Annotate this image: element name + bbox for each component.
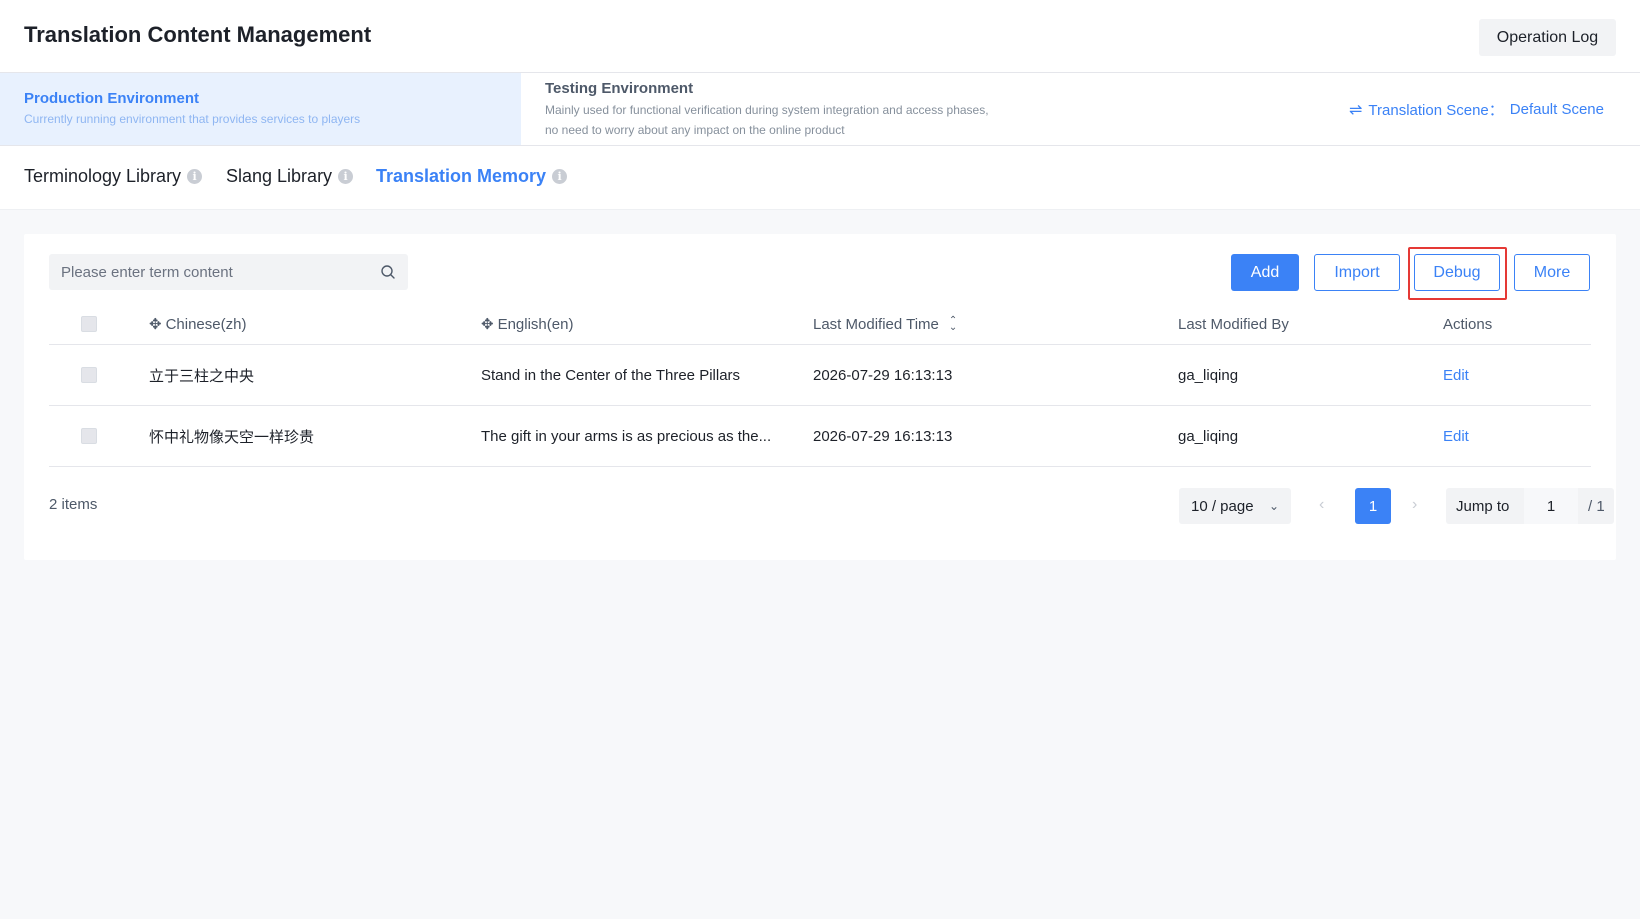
table-row: 怀中礼物像天空一样珍贵 The gift in your arms is as … (49, 406, 1591, 467)
cell-chinese: 怀中礼物像天空一样珍贵 (149, 428, 315, 446)
select-all-checkbox-cell (81, 304, 97, 344)
total-pages: / 1 (1588, 497, 1605, 515)
cell-time: 2026-07-29 16:13:13 (813, 366, 953, 384)
next-page-icon[interactable]: › (1412, 496, 1417, 514)
edit-link[interactable]: Edit (1443, 345, 1469, 405)
drag-handle-icon[interactable]: ✥ (149, 315, 162, 333)
library-tabs: Terminology Library i Slang Library i Tr… (0, 146, 1640, 210)
more-button[interactable]: More (1514, 254, 1590, 291)
translation-scene-switch[interactable]: ⇌ Translation Scene： Default Scene (1349, 99, 1604, 120)
row-checkbox[interactable] (81, 428, 97, 444)
tab-terminology-library[interactable]: Terminology Library i (24, 166, 203, 187)
cell-english: The gift in your arms is as precious as … (481, 427, 772, 445)
content-card: Add Import Debug More ✥ Chinese(zh) ✥ En… (24, 234, 1616, 560)
cell-modified-by: ga_liqing (1178, 427, 1239, 445)
info-icon[interactable]: i (552, 169, 568, 184)
column-label: Last Modified Time (813, 315, 939, 333)
column-label: Chinese(zh) (165, 315, 247, 333)
cell-time: 2026-07-29 16:13:13 (813, 427, 953, 445)
column-last-modified-by: Last Modified By (1178, 304, 1289, 344)
testing-environment-tab[interactable]: Testing Environment Mainly used for func… (545, 80, 1005, 140)
table-row: 立于三柱之中央 Stand in the Center of the Three… (49, 345, 1591, 406)
cell-english: Stand in the Center of the Three Pillars (481, 366, 741, 384)
info-icon[interactable]: i (338, 169, 354, 184)
page-size-value: 10 / page (1191, 497, 1254, 515)
page-header: Translation Content Management Operation… (0, 0, 1640, 73)
column-actions: Actions (1443, 304, 1492, 344)
tab-label: Slang Library (226, 166, 333, 186)
tab-translation-memory[interactable]: Translation Memory i (376, 166, 568, 187)
tab-label: Terminology Library (24, 166, 182, 186)
pagination-bar: 2 items 10 / page ⌄ ‹ 1 › Jump to 1 / 1 (49, 488, 1614, 524)
sort-icon[interactable]: ⌃ ⌄ (949, 316, 957, 333)
column-english: ✥ English(en) (481, 304, 573, 344)
total-items: 2 items (49, 496, 98, 513)
row-checkbox-cell (81, 406, 97, 466)
page-size-select[interactable]: 10 / page ⌄ (1179, 488, 1291, 524)
row-checkbox[interactable] (81, 367, 97, 383)
swap-icon: ⇌ (1349, 101, 1363, 119)
testing-env-description: Mainly used for functional verification … (545, 103, 989, 137)
tab-slang-library[interactable]: Slang Library i (226, 166, 354, 187)
production-env-name: Production Environment (24, 90, 200, 107)
operation-log-button[interactable]: Operation Log (1479, 19, 1616, 56)
info-icon[interactable]: i (187, 169, 203, 184)
production-env-description: Currently running environment that provi… (24, 112, 361, 126)
jump-label: Jump to (1456, 497, 1510, 515)
scene-label: Translation Scene： (1368, 102, 1504, 119)
prev-page-icon[interactable]: ‹ (1319, 496, 1324, 514)
edit-link[interactable]: Edit (1443, 406, 1469, 466)
table-header: ✥ Chinese(zh) ✥ English(en) Last Modifie… (49, 304, 1591, 345)
testing-env-name: Testing Environment (545, 80, 694, 97)
column-label: English(en) (497, 315, 574, 333)
scene-value: Default Scene (1509, 101, 1604, 118)
column-last-modified-time[interactable]: Last Modified Time ⌃ ⌄ (813, 304, 957, 344)
column-label: Last Modified By (1178, 315, 1289, 333)
cell-modified-by: ga_liqing (1178, 366, 1239, 384)
environment-bar: Production Environment Currently running… (0, 73, 1640, 146)
translation-table: ✥ Chinese(zh) ✥ English(en) Last Modifie… (49, 304, 1591, 467)
search-input[interactable] (61, 263, 380, 281)
select-all-checkbox[interactable] (81, 316, 97, 332)
cell-chinese: 立于三柱之中央 (149, 367, 255, 385)
import-button[interactable]: Import (1314, 254, 1400, 291)
jump-page-input[interactable]: 1 (1524, 488, 1578, 524)
tab-label: Translation Memory (376, 166, 547, 186)
chevron-down-icon: ⌄ (1268, 499, 1279, 513)
column-chinese: ✥ Chinese(zh) (149, 304, 246, 344)
add-button[interactable]: Add (1231, 254, 1299, 291)
jump-to-page: Jump to 1 / 1 (1446, 488, 1614, 524)
row-checkbox-cell (81, 345, 97, 405)
current-page-button[interactable]: 1 (1355, 488, 1391, 524)
debug-button[interactable]: Debug (1414, 254, 1500, 291)
search-icon[interactable] (380, 264, 396, 280)
production-environment-tab[interactable]: Production Environment Currently running… (0, 73, 521, 145)
search-box (49, 254, 408, 290)
drag-handle-icon[interactable]: ✥ (481, 315, 494, 333)
column-label: Actions (1443, 315, 1493, 333)
page-title: Translation Content Management (24, 22, 372, 47)
